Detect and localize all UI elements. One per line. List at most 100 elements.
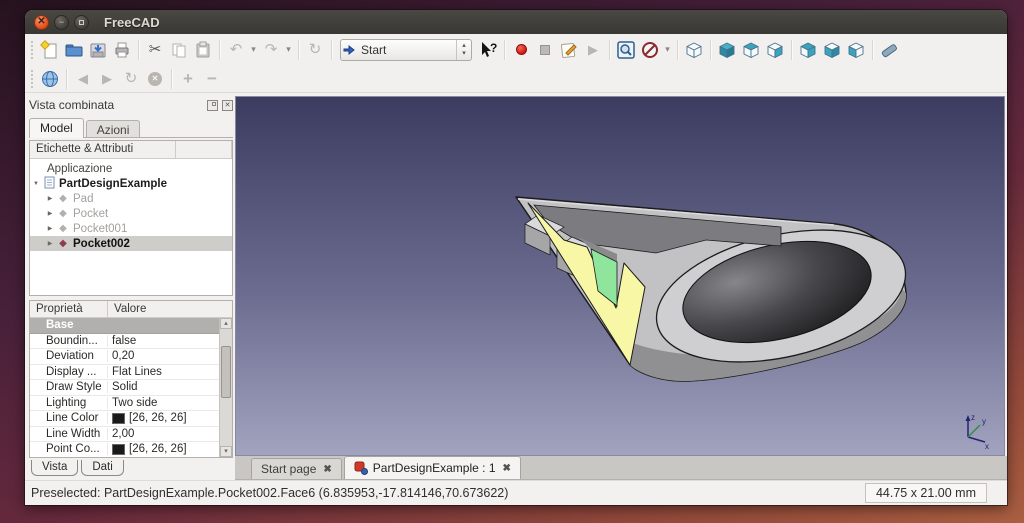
zoom-in-icon: + — [183, 70, 193, 87]
browser-stop-button[interactable]: ✕ — [143, 67, 167, 91]
macro-edit-button[interactable] — [557, 38, 581, 62]
tree-item-pocket002-selected[interactable]: ▶ ◆ Pocket002 — [30, 236, 232, 251]
macro-stop-button[interactable] — [533, 38, 557, 62]
browser-refresh-button[interactable]: ↻ — [119, 67, 143, 91]
print-button[interactable] — [110, 38, 134, 62]
scroll-up-icon[interactable]: ▴ — [220, 318, 232, 329]
combo-spinner[interactable]: ▴▾ — [456, 40, 471, 60]
property-row[interactable]: Boundin... false — [30, 334, 220, 350]
close-tab-icon[interactable]: ✖ — [323, 464, 331, 475]
desktop-background: ✕ − FreeCAD ✂ ↶ ▾ ↷ ▾ ↻ — [0, 0, 1024, 523]
copy-icon — [169, 40, 189, 60]
property-row[interactable]: Display ... Flat Lines — [30, 365, 220, 381]
window-close-button[interactable]: ✕ — [34, 15, 49, 30]
color-swatch — [112, 444, 125, 455]
draw-style-icon — [640, 40, 660, 60]
property-row[interactable]: Deviation 0,20 — [30, 349, 220, 365]
3d-viewport[interactable]: z y x — [235, 96, 1005, 456]
cut-icon: ✂ — [149, 42, 162, 57]
feature-icon: ◆ — [56, 209, 70, 219]
view-top-button[interactable] — [739, 38, 763, 62]
close-icon: ✕ — [225, 101, 231, 109]
close-tab-icon[interactable]: ✖ — [503, 463, 511, 474]
tab-dati[interactable]: Dati — [81, 460, 123, 476]
toolbar-drag-handle[interactable] — [31, 41, 33, 59]
open-file-button[interactable] — [62, 38, 86, 62]
tree-header-label: Etichette & Attributi — [30, 141, 176, 158]
view-left-button[interactable] — [844, 38, 868, 62]
macro-record-button[interactable] — [509, 38, 533, 62]
view-bottom-button[interactable] — [820, 38, 844, 62]
paste-button[interactable] — [191, 38, 215, 62]
workbench-selected-value: Start — [357, 43, 456, 57]
redo-button[interactable]: ↷ — [259, 38, 283, 62]
fit-all-button[interactable] — [614, 38, 638, 62]
undo-dropdown[interactable]: ▾ — [248, 38, 259, 62]
expander-collapsed-icon[interactable]: ▶ — [44, 210, 56, 217]
new-document-button[interactable] — [38, 38, 62, 62]
save-icon — [88, 40, 108, 60]
browser-back-button[interactable]: ◀ — [71, 67, 95, 91]
window-maximize-button[interactable] — [74, 15, 89, 30]
spin-down-icon: ▾ — [462, 50, 466, 58]
view-front-icon — [717, 40, 737, 60]
macro-play-button[interactable]: ▶ — [581, 38, 605, 62]
tree-item-pocket001[interactable]: ▶ ◆ Pocket001 — [30, 221, 232, 236]
view-rear-button[interactable] — [796, 38, 820, 62]
view-right-button[interactable] — [763, 38, 787, 62]
tab-vista[interactable]: Vista — [31, 460, 78, 476]
measure-distance-button[interactable] — [877, 38, 901, 62]
refresh-icon: ↻ — [125, 71, 138, 86]
property-row[interactable]: Lighting Two side — [30, 396, 220, 412]
draw-style-button[interactable] — [638, 38, 662, 62]
dock-title: Vista combinata — [29, 98, 203, 112]
refresh-document-button[interactable]: ↻ — [303, 38, 327, 62]
scrollbar-thumb[interactable] — [221, 346, 231, 398]
zoom-in-button[interactable]: + — [176, 67, 200, 91]
expander-collapsed-icon[interactable]: ▶ — [44, 240, 56, 247]
cut-button[interactable]: ✂ — [143, 38, 167, 62]
property-editor: Proprietà Valore Base Boundin... false D… — [29, 300, 233, 458]
window-minimize-button[interactable]: − — [54, 15, 69, 30]
spin-up-icon: ▴ — [462, 42, 466, 50]
draw-style-dropdown[interactable]: ▾ — [662, 38, 673, 62]
tab-model[interactable]: Model — [29, 118, 84, 138]
expander-collapsed-icon[interactable]: ▶ — [44, 195, 56, 202]
open-website-button[interactable] — [38, 67, 62, 91]
property-scrollbar[interactable]: ▴ ▾ — [219, 318, 232, 457]
toolbar-drag-handle[interactable] — [31, 70, 33, 88]
view-front-button[interactable] — [715, 38, 739, 62]
view-axonometric-button[interactable] — [682, 38, 706, 62]
property-row[interactable]: Draw Style Solid — [30, 380, 220, 396]
property-row[interactable]: Line Width 2,00 — [30, 427, 220, 443]
status-bar: Preselected: PartDesignExample.Pocket002… — [25, 480, 1007, 505]
property-row[interactable]: Point Co... [26, 26, 26] — [30, 442, 220, 458]
scroll-down-icon[interactable]: ▾ — [220, 446, 232, 457]
zoom-out-button[interactable]: − — [200, 67, 224, 91]
feature-icon: ◆ — [56, 239, 70, 249]
tree-item-document[interactable]: ▼ PartDesignExample — [30, 176, 232, 191]
tree-item-pocket[interactable]: ▶ ◆ Pocket — [30, 206, 232, 221]
3d-model-part[interactable] — [236, 97, 1005, 456]
view-axonometric-icon — [684, 40, 704, 60]
expander-collapsed-icon[interactable]: ▶ — [44, 225, 56, 232]
save-button[interactable] — [86, 38, 110, 62]
dock-float-button[interactable] — [207, 100, 218, 111]
tree-item-pad[interactable]: ▶ ◆ Pad — [30, 191, 232, 206]
browser-forward-button[interactable]: ▶ — [95, 67, 119, 91]
tab-partdesignexample[interactable]: PartDesignExample : 1 ✖ — [344, 456, 521, 479]
tab-start-page[interactable]: Start page ✖ — [251, 458, 342, 479]
property-row[interactable]: Line Color [26, 26, 26] — [30, 411, 220, 427]
tree-root[interactable]: Applicazione — [30, 161, 232, 176]
tab-azioni[interactable]: Azioni — [86, 120, 141, 137]
workbench-selector[interactable]: Start ▴▾ — [340, 39, 472, 61]
copy-button[interactable] — [167, 38, 191, 62]
expander-expanded-icon[interactable]: ▼ — [30, 181, 42, 187]
redo-dropdown[interactable]: ▾ — [283, 38, 294, 62]
redo-icon: ↷ — [265, 42, 278, 57]
toolbar-separator — [138, 40, 139, 60]
property-group-base[interactable]: Base — [30, 318, 220, 334]
dock-close-button[interactable]: ✕ — [222, 100, 233, 111]
whats-this-button[interactable]: ? — [476, 38, 500, 62]
undo-button[interactable]: ↶ — [224, 38, 248, 62]
